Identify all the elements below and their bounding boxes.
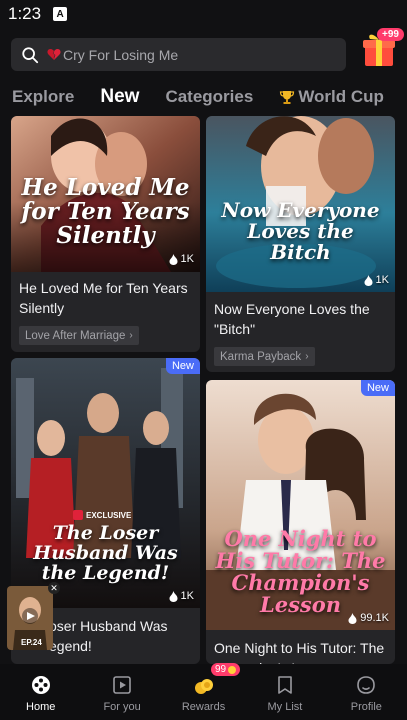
new-badge: New	[360, 380, 395, 396]
broken-heart-icon	[47, 49, 61, 60]
mini-player[interactable]: EP.24	[7, 586, 53, 650]
search-bar[interactable]: Cry For Losing Me	[11, 38, 346, 71]
play-square-icon	[113, 676, 131, 694]
search-hint: Cry For Losing Me	[47, 47, 178, 63]
rewards-badge: 99	[211, 663, 241, 676]
drama-card[interactable]: He Loved Me for Ten Years Silently 1K He…	[11, 116, 200, 352]
cover-title: One Night to His Tutor: The Champion's L…	[215, 526, 386, 618]
nav-label: Profile	[350, 701, 382, 713]
chevron-right-icon: ›	[305, 351, 309, 362]
fire-icon	[364, 274, 373, 286]
trophy-icon	[280, 91, 295, 104]
close-icon[interactable]: ✕	[48, 582, 60, 594]
nav-label: For you	[103, 701, 141, 713]
tab-new[interactable]: New	[100, 86, 139, 108]
bottom-nav: Home For you Rewards My List Profile	[0, 664, 407, 720]
tab-world-cup-label: World Cup	[298, 87, 384, 106]
search-icon	[22, 46, 39, 63]
view-count: 99.1K	[348, 612, 389, 624]
nav-label: My List	[267, 701, 303, 713]
genre-tag[interactable]: Karma Payback ›	[214, 347, 315, 366]
nav-label: Home	[26, 701, 56, 713]
exclusive-badge: EXCLUSIVE	[73, 510, 131, 520]
view-count: 1K	[169, 253, 194, 265]
fire-icon	[169, 590, 178, 602]
card-title: One Night to His Tutor: The Champion's L…	[214, 640, 385, 664]
new-badge: New	[165, 358, 200, 374]
fire-icon	[348, 612, 357, 624]
status-bar: 1:23 A	[0, 0, 407, 28]
coins-icon	[194, 679, 213, 694]
view-count: 1K	[364, 274, 389, 286]
search-text: Cry For Losing Me	[63, 46, 179, 63]
cover-image: He Loved Me for Ten Years Silently 1K	[11, 116, 200, 272]
cover-title: The Loser Husband Was the Legend!	[33, 522, 178, 584]
notification-icon: A	[53, 7, 68, 21]
tab-world-cup[interactable]: World Cup	[279, 87, 384, 107]
drama-card[interactable]: One Night to His Tutor: The Champion's L…	[206, 380, 395, 664]
exclusive-logo-icon	[73, 510, 83, 520]
status-time: 1:23	[8, 4, 42, 23]
cover-image: Now Everyone Loves the Bitch 1K	[206, 116, 395, 292]
cover-title: Now Everyone Loves the Bitch	[221, 198, 380, 264]
nav-my-list[interactable]: My List	[244, 664, 325, 720]
nav-home[interactable]: Home	[0, 664, 81, 720]
nav-profile[interactable]: Profile	[326, 664, 407, 720]
nav-for-you[interactable]: For you	[81, 664, 162, 720]
film-reel-icon	[31, 676, 50, 694]
coin-icon	[228, 665, 237, 674]
cover-title: He Loved Me for Ten Years Silently	[21, 174, 190, 250]
card-title: oser Husband Was egend!	[49, 618, 168, 654]
bookmark-icon	[278, 676, 292, 694]
tab-bar: Explore New Categories World Cup A	[12, 82, 407, 112]
cover-image: EXCLUSIVE The Loser Husband Was the Lege…	[11, 358, 200, 608]
gift-badge: +99	[377, 28, 404, 41]
profile-icon	[357, 676, 376, 694]
mini-player-episode: EP.24	[21, 638, 42, 647]
chevron-right-icon: ›	[129, 330, 133, 341]
view-count: 1K	[169, 590, 194, 602]
fire-icon	[169, 253, 178, 265]
tab-categories[interactable]: Categories	[165, 87, 253, 107]
cover-image: One Night to His Tutor: The Champion's L…	[206, 380, 395, 630]
tab-explore[interactable]: Explore	[12, 87, 74, 107]
genre-tag[interactable]: Love After Marriage ›	[19, 326, 139, 345]
nav-label: Rewards	[181, 701, 226, 713]
card-title: Now Everyone Loves the "Bitch"	[214, 301, 370, 337]
drama-card[interactable]: Now Everyone Loves the Bitch 1K Now Ever…	[206, 116, 395, 372]
card-title: He Loved Me for Ten Years Silently	[19, 280, 188, 316]
